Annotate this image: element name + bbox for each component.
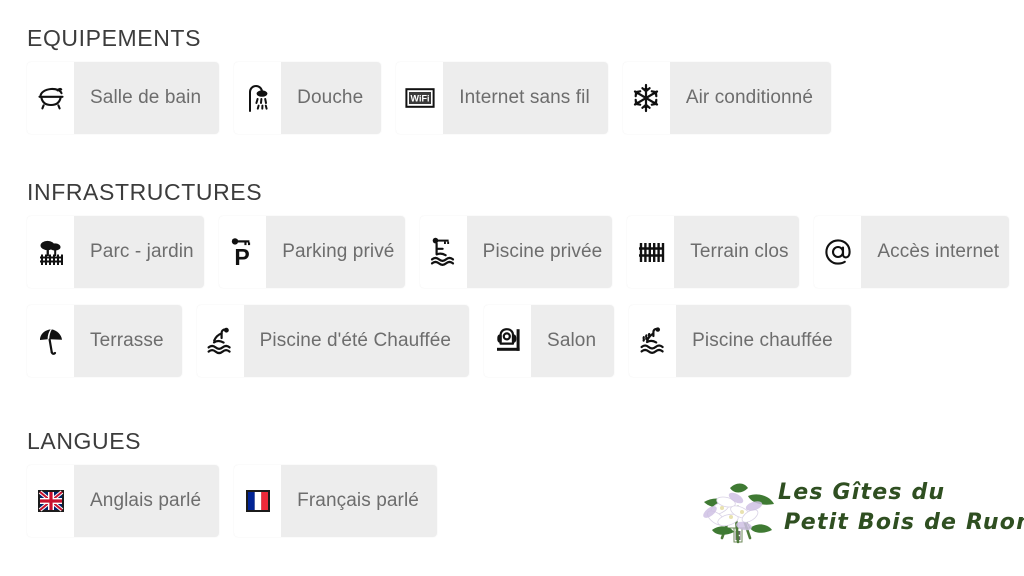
- logo-text: Les Gîtes du Petit Bois de Ruoms: [778, 478, 1024, 538]
- wifi-icon: WiFi: [396, 62, 444, 134]
- uk-flag-icon: [27, 465, 74, 537]
- logo-line-2: Petit Bois de Ruoms: [784, 510, 1024, 535]
- section-title-infrastructures: INFRASTRUCTURES: [27, 179, 263, 205]
- amenity-tile-salle-de-bain[interactable]: Salle de bain: [27, 62, 220, 134]
- amenity-label: Parking privé: [282, 241, 395, 262]
- bathtub-icon: [27, 62, 74, 134]
- amenity-label: Terrasse: [90, 330, 164, 351]
- amenity-tile-parking-prive[interactable]: P Parking privé: [219, 216, 405, 288]
- amenity-label: Salon: [547, 330, 597, 351]
- amenity-label: Piscine d'été Chauffée: [259, 330, 452, 351]
- section-infrastructures: INFRASTRUCTURES Parc - jardin P Parking …: [0, 151, 1024, 377]
- tile-row: Terrasse Piscine d'été Chauffée Salon Pi…: [27, 305, 1024, 377]
- section-equipements: EQUIPEMENTS Salle de bain Douche WiFi In…: [0, 0, 1024, 134]
- tile-row: Salle de bain Douche WiFi Internet sans …: [27, 62, 1024, 134]
- armchair-icon: [484, 305, 532, 377]
- parasol-icon: [27, 305, 74, 377]
- tile-rows-infrastructures: Parc - jardin P Parking privé Piscine pr…: [27, 216, 1024, 377]
- logo-line-1: Les Gîtes du: [778, 480, 946, 505]
- amenity-label: Salle de bain: [90, 87, 202, 108]
- amenity-label: Internet sans fil: [459, 87, 590, 108]
- amenity-tile-internet-sans-fil[interactable]: WiFi Internet sans fil: [396, 62, 608, 134]
- tree-fence-icon: [27, 216, 74, 288]
- amenity-label: Douche: [297, 87, 364, 108]
- section-title-equipements: EQUIPEMENTS: [27, 25, 202, 51]
- parking-key-icon: P: [219, 216, 267, 288]
- amenity-label: Terrain clos: [690, 241, 789, 262]
- fr-flag-icon: [234, 465, 282, 537]
- heated-pool-icon: [629, 305, 677, 377]
- fence-icon: [627, 216, 675, 288]
- amenity-tile-acces-internet[interactable]: Accès internet: [814, 216, 1009, 288]
- amenity-tile-terrasse[interactable]: Terrasse: [27, 305, 182, 377]
- amenity-label: Anglais parlé: [90, 490, 202, 511]
- amenity-label: Piscine privée: [482, 241, 603, 262]
- snowflake-icon: [622, 62, 670, 134]
- amenity-tile-salon[interactable]: Salon: [484, 305, 615, 377]
- amenity-tile-piscine-dete-chauffee[interactable]: Piscine d'été Chauffée: [196, 305, 470, 377]
- amenities-page: EQUIPEMENTS Salle de bain Douche WiFi In…: [0, 0, 1024, 576]
- amenity-tile-terrain-clos[interactable]: Terrain clos: [627, 216, 800, 288]
- amenity-tile-parc-jardin[interactable]: Parc - jardin: [27, 216, 205, 288]
- amenity-label: Parc - jardin: [90, 241, 194, 262]
- flower-bouquet-icon: [703, 483, 774, 544]
- amenity-tile-piscine-chauffee[interactable]: Piscine chauffée: [629, 305, 851, 377]
- amenity-tile-douche[interactable]: Douche: [234, 62, 382, 134]
- tile-row: Parc - jardin P Parking privé Piscine pr…: [27, 216, 1024, 288]
- svg-text:WiFi: WiFi: [410, 94, 429, 104]
- tile-rows-equipements: Salle de bain Douche WiFi Internet sans …: [27, 62, 1024, 134]
- amenity-tile-francais-parle[interactable]: Français parlé: [234, 465, 437, 537]
- svg-text:P: P: [234, 244, 249, 268]
- amenity-label: Piscine chauffée: [692, 330, 833, 351]
- amenity-label: Air conditionné: [685, 87, 814, 108]
- pool-key-icon: [419, 216, 467, 288]
- amenity-label: Accès internet: [877, 241, 1000, 262]
- shower-icon: [234, 62, 282, 134]
- amenity-label: Français parlé: [297, 490, 419, 511]
- amenity-tile-piscine-privee[interactable]: Piscine privée: [419, 216, 613, 288]
- amenity-tile-air-conditionne[interactable]: Air conditionné: [622, 62, 832, 134]
- amenity-tile-anglais-parle[interactable]: Anglais parlé: [27, 465, 220, 537]
- section-title-langues: LANGUES: [27, 428, 142, 454]
- site-logo[interactable]: Les Gîtes du Petit Bois de Ruoms: [692, 468, 1024, 564]
- pool-diver-icon: [196, 305, 244, 377]
- at-sign-icon: [814, 216, 862, 288]
